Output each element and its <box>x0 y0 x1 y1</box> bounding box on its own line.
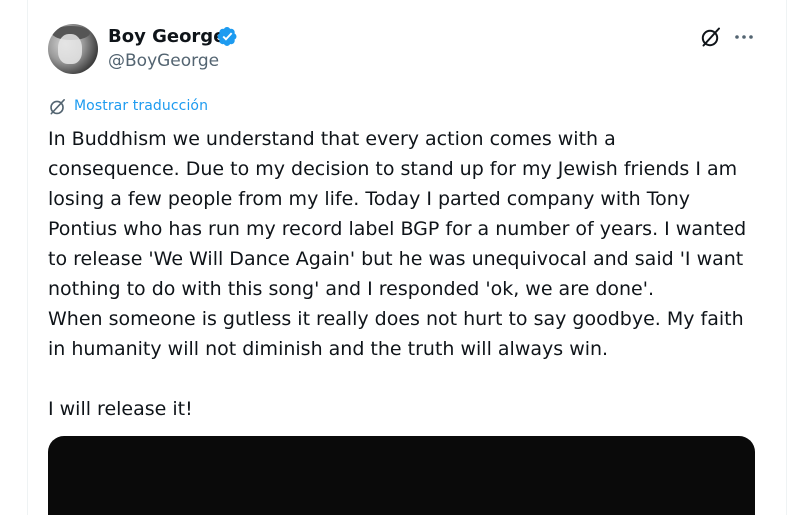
tweet-text-line: losing a few people from my life. Today … <box>48 188 691 210</box>
translate-icon <box>50 98 65 114</box>
show-translation-label: Mostrar traducción <box>74 98 209 114</box>
tweet-left-border <box>27 0 28 515</box>
tweet-text-line: nothing to do with this song' and I resp… <box>48 278 654 300</box>
tweet-text-line: to release 'We Will Dance Again' but he … <box>48 248 744 270</box>
tweet-text-line: Pontius who has run my record label BGP … <box>48 218 747 240</box>
more-options-icon[interactable] <box>733 27 755 47</box>
author-handle[interactable]: @BoyGeorge <box>108 50 219 72</box>
tweet-media-image[interactable] <box>48 436 755 515</box>
tweet-page: Boy George @BoyGeorge Mostrar traducción… <box>0 0 812 515</box>
tweet-text-line: consequence. Due to my decision to stand… <box>48 158 738 180</box>
tweet-body: In Buddhism we understand that every act… <box>48 124 783 424</box>
tweet-text-line: In Buddhism we understand that every act… <box>48 128 616 150</box>
tweet-closing-line: I will release it! <box>48 398 193 420</box>
tweet-right-border <box>786 0 787 515</box>
author-avatar[interactable] <box>48 24 98 74</box>
tweet-text-line: in humanity will not diminish and the tr… <box>48 338 609 360</box>
verified-badge-icon <box>217 27 237 46</box>
tweet-text-line: When someone is gutless it really does n… <box>48 308 744 330</box>
author-display-name[interactable]: Boy George <box>108 25 225 49</box>
grok-icon[interactable] <box>699 25 723 49</box>
avatar-face-shape <box>58 34 82 64</box>
show-translation-link[interactable]: Mostrar traducción <box>48 96 208 116</box>
